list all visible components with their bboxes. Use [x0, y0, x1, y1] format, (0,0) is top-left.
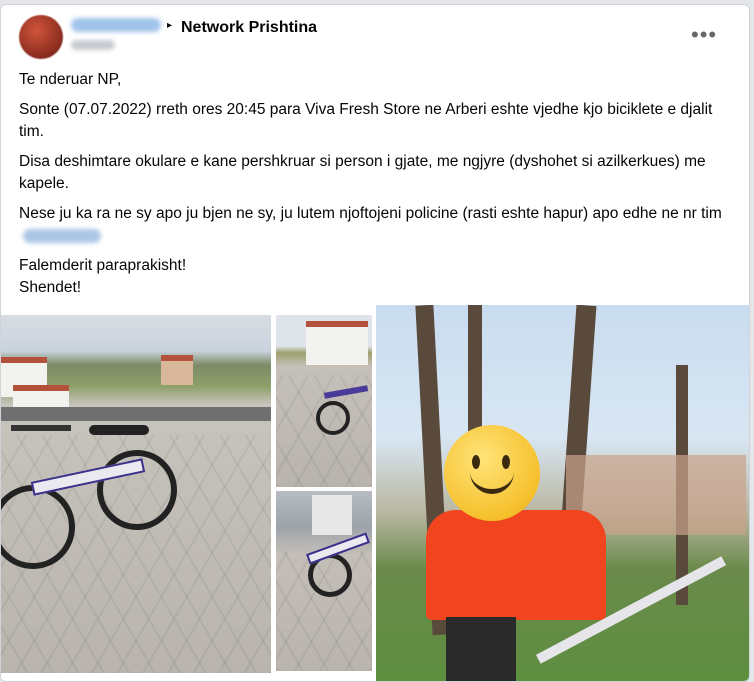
photo-4-child-with-bicycle[interactable] — [376, 305, 749, 681]
post-paragraph-1: Sonte (07.07.2022) rreth ores 20:45 para… — [19, 101, 713, 140]
arrow-right-icon: ▸ — [167, 20, 173, 31]
bicycle-shape — [1, 410, 191, 610]
photo-3-bicycle[interactable] — [276, 491, 372, 671]
handlebar — [11, 425, 71, 431]
author-avatar[interactable] — [19, 15, 63, 59]
photo-1-bicycle[interactable] — [1, 315, 271, 673]
child-pants — [446, 617, 516, 681]
emoji-mouth — [470, 469, 514, 494]
smiley-emoji-icon — [444, 425, 540, 521]
photo-grid — [1, 305, 749, 681]
post-greeting: Te nderuar NP, — [19, 71, 122, 88]
post-paragraph-3-text: Nese ju ka ra ne sy apo ju bjen ne sy, j… — [19, 205, 722, 222]
emoji-eye — [472, 455, 480, 469]
house-shape — [306, 321, 368, 365]
house-shape — [161, 355, 193, 385]
post-paragraph-2: Disa deshimtare okulare e kane pershkrua… — [19, 153, 706, 192]
emoji-eye — [502, 455, 510, 469]
phone-number-blurred — [23, 228, 101, 243]
author-name-blurred[interactable] — [71, 18, 161, 32]
post-paragraph-4: Falemderit paraprakisht! Shendet! — [19, 255, 734, 299]
bike-seat — [89, 425, 149, 435]
post-signoff: Shendet! — [19, 279, 82, 296]
child-jacket — [426, 510, 606, 620]
more-options-icon[interactable]: ••• — [691, 24, 717, 46]
store-door — [312, 495, 352, 535]
bike-wheel — [316, 401, 350, 435]
front-wheel — [1, 485, 75, 569]
post-header: ▸ Network Prishtina ••• — [1, 5, 749, 63]
post-thanks: Falemderit paraprakisht! — [19, 257, 187, 274]
post-timestamp-blurred[interactable] — [71, 40, 115, 50]
post-text: Te nderuar NP, Sonte (07.07.2022) rreth … — [19, 69, 734, 299]
post-card: ▸ Network Prishtina ••• Te nderuar NP, S… — [0, 4, 750, 682]
post-paragraph-3: Nese ju ka ra ne sy apo ju bjen ne sy, j… — [19, 203, 734, 247]
group-name-link[interactable]: Network Prishtina — [181, 19, 317, 37]
photo-2-bicycle[interactable] — [276, 315, 372, 487]
